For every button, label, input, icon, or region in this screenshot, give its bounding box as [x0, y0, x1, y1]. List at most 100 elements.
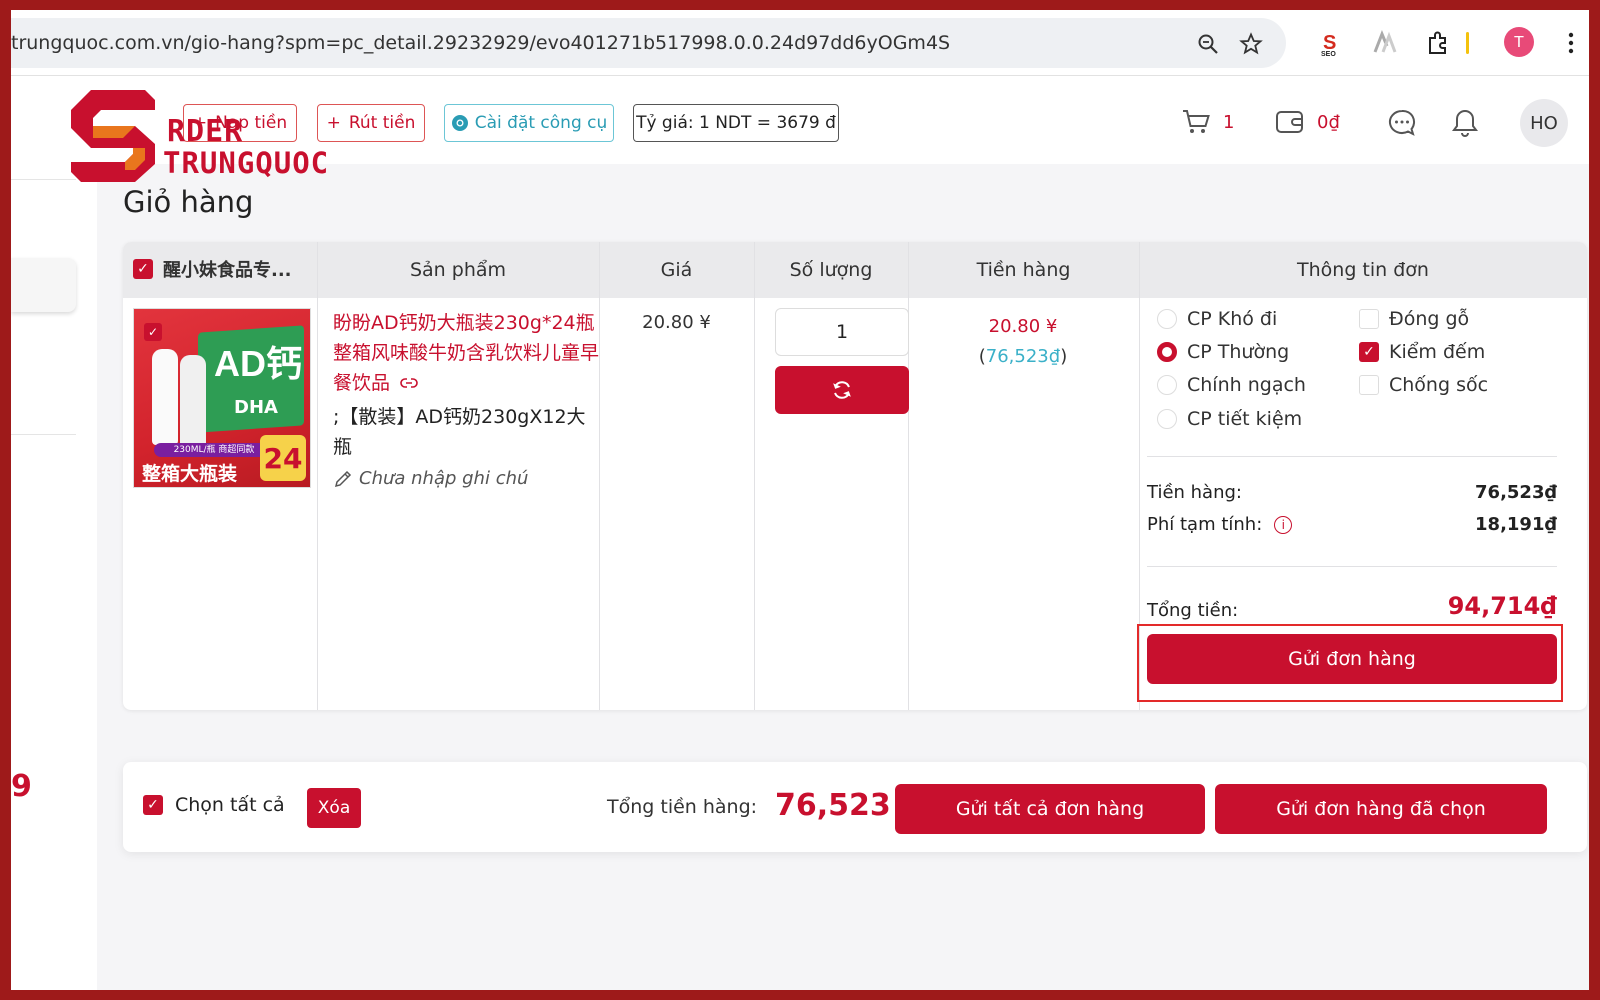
item-amount-vnd: (76,523₫)	[978, 346, 1068, 367]
logo-text-order: RDER	[167, 114, 244, 149]
address-bar[interactable]: trungquoc.com.vn/gio-hang?spm=pc_detail.…	[11, 18, 1286, 68]
chrome-icon	[451, 115, 468, 131]
shipping-option-label: CP tiết kiệm	[1187, 408, 1303, 430]
radio-selected[interactable]	[1157, 342, 1177, 362]
refresh-icon	[833, 381, 851, 399]
product-pack-text: 整箱大瓶装	[142, 463, 238, 485]
bookmark-star-icon[interactable]	[1239, 32, 1263, 56]
divider	[1147, 456, 1557, 457]
shipping-option-saving[interactable]: CP tiết kiệm	[1157, 408, 1302, 430]
withdraw-label: Rút tiền	[348, 113, 416, 133]
summary-goods-row: Tiền hàng: 76,523₫	[1147, 482, 1557, 503]
cart-footer-bar: ✓ Chọn tất cả Xóa Tổng tiền hàng: 76,523…	[123, 762, 1587, 852]
item-amount-cny: 20.80 ¥	[988, 316, 1058, 337]
divider	[1147, 566, 1557, 567]
radio[interactable]	[1157, 409, 1177, 429]
bell-icon[interactable]	[1451, 108, 1479, 138]
cart-link[interactable]: 1	[1181, 108, 1234, 136]
zoom-icon[interactable]	[1196, 32, 1220, 56]
send-all-orders-button[interactable]: Gửi tất cả đơn hàng	[895, 784, 1205, 834]
exchange-rate-text: Tỷ giá: 1 NDT = 3679 đ	[636, 113, 836, 133]
install-tool-label: Cài đặt công cụ	[474, 113, 608, 133]
pencil-icon	[334, 470, 352, 487]
select-all-label: Chọn tất cả	[175, 794, 285, 816]
checkbox[interactable]	[1359, 309, 1379, 329]
service-option-shockproof[interactable]: Chống sốc	[1359, 374, 1488, 396]
footer-total-value: 76,523	[775, 788, 891, 823]
divider	[317, 242, 318, 710]
menu-dots-icon[interactable]	[1556, 28, 1586, 58]
delete-button[interactable]: Xóa	[307, 788, 361, 828]
summary-fee-row: Phí tạm tính: i 18,191₫	[1147, 514, 1557, 535]
radio[interactable]	[1157, 375, 1177, 395]
seo-extension-icon[interactable]: S SEO	[1316, 28, 1346, 58]
column-amount: Tiền hàng	[976, 259, 1071, 281]
cart-icon	[1183, 110, 1210, 133]
link-icon[interactable]	[400, 377, 418, 389]
divider	[1466, 32, 1469, 54]
shop-header: ✓ 醒小妹食品专...	[133, 256, 292, 282]
radio[interactable]	[1157, 309, 1177, 329]
note-placeholder: Chưa nhập ghi chú	[359, 468, 529, 489]
shop-checkbox[interactable]: ✓	[133, 259, 153, 279]
column-product: Sản phẩm	[409, 259, 507, 281]
item-amount: 20.80 ¥ (76,523₫)	[907, 312, 1139, 372]
shipping-option-official[interactable]: Chính ngạch	[1157, 374, 1306, 396]
divider	[11, 434, 76, 435]
checkbox[interactable]	[1359, 375, 1379, 395]
exchange-rate-badge: Tỷ giá: 1 NDT = 3679 đ	[633, 104, 839, 142]
browser-profile-avatar[interactable]: T	[1504, 27, 1534, 57]
table-header: ✓ 醒小妹食品专... Sản phẩm Giá Số lượng Tiền h…	[123, 242, 1587, 298]
service-option-wood-packing[interactable]: Đóng gỗ	[1359, 308, 1469, 330]
service-option-label: Đóng gỗ	[1389, 308, 1470, 330]
footer-total-label: Tổng tiền hàng:	[607, 796, 758, 818]
shipping-option-label: CP Thường	[1187, 341, 1290, 363]
app-frame: trungquoc.com.vn/gio-hang?spm=pc_detail.…	[11, 10, 1589, 990]
note-editor[interactable]: Chưa nhập ghi chú	[333, 468, 528, 489]
puzzle-extensions-icon[interactable]	[1423, 28, 1453, 58]
column-order-info: Thông tin đơn	[1297, 259, 1429, 281]
checkbox-checked[interactable]: ✓	[1359, 342, 1379, 362]
extension-icon[interactable]	[1370, 28, 1400, 58]
item-checkbox[interactable]: ✓	[144, 323, 162, 341]
chat-icon[interactable]	[1387, 108, 1417, 138]
wallet-link[interactable]: 0₫	[1275, 108, 1340, 136]
shop-name[interactable]: 醒小妹食品专...	[163, 256, 292, 282]
product-count-text: 24	[260, 435, 306, 481]
bottle-graphic	[152, 349, 178, 445]
cart-table: ✓ 醒小妹食品专... Sản phẩm Giá Số lượng Tiền h…	[123, 242, 1587, 710]
product-variant: ;【散装】AD钙奶230gX12大瓶	[333, 406, 586, 458]
info-icon[interactable]: i	[1274, 515, 1293, 534]
logo-text-trungquoc: TRUNGQUOC	[163, 146, 330, 180]
summary-fee-value: 18,191₫	[1475, 514, 1557, 535]
summary-total-row: Tổng tiền: 94,714₫	[1147, 590, 1557, 622]
logo-mark-icon	[71, 90, 155, 182]
item-price: 20.80 ¥	[642, 312, 711, 333]
send-order-button[interactable]: Gửi đơn hàng	[1147, 634, 1557, 684]
summary-total-label: Tổng tiền:	[1147, 600, 1239, 621]
product-title-link[interactable]: 盼盼AD钙奶大瓶装230g*24瓶整箱风味酸牛奶含乳饮料儿童早餐饮品	[333, 308, 599, 398]
divider	[754, 242, 755, 710]
install-tool-button[interactable]: Cài đặt công cụ	[444, 104, 614, 142]
send-selected-orders-button[interactable]: Gửi đơn hàng đã chọn	[1215, 784, 1547, 834]
sidebar-item-active[interactable]	[11, 258, 76, 312]
service-option-label: Kiểm đếm	[1389, 341, 1486, 363]
user-avatar[interactable]: HO	[1520, 99, 1568, 147]
browser-toolbar: trungquoc.com.vn/gio-hang?spm=pc_detail.…	[11, 10, 1589, 76]
sidebar: 9	[11, 164, 97, 990]
select-all-checkbox[interactable]: ✓	[143, 795, 163, 815]
wallet-icon	[1276, 111, 1303, 133]
shipping-option-hard[interactable]: CP Khó đi	[1157, 308, 1277, 330]
select-all[interactable]: ✓ Chọn tất cả	[143, 794, 285, 816]
product-volume-text: 230ML/瓶 商超同款	[154, 443, 274, 457]
shipping-option-standard[interactable]: CP Thường	[1157, 341, 1289, 363]
update-quantity-button[interactable]	[775, 366, 909, 414]
service-option-counting[interactable]: ✓ Kiểm đếm	[1359, 341, 1485, 363]
page-title: Giỏ hàng	[123, 185, 254, 219]
product-title[interactable]: 盼盼AD钙奶大瓶装230g*24瓶整箱风味酸牛奶含乳饮料儿童早餐饮品	[333, 312, 599, 394]
product-brand-text: AD钙	[214, 343, 302, 384]
quantity-input[interactable]: 1	[775, 308, 909, 356]
url-text[interactable]: trungquoc.com.vn/gio-hang?spm=pc_detail.…	[11, 32, 950, 54]
product-image[interactable]: ✓ AD钙 DHA 230ML/瓶 商超同款 整箱大瓶装 24	[133, 308, 311, 488]
wallet-balance: 0₫	[1317, 111, 1340, 133]
